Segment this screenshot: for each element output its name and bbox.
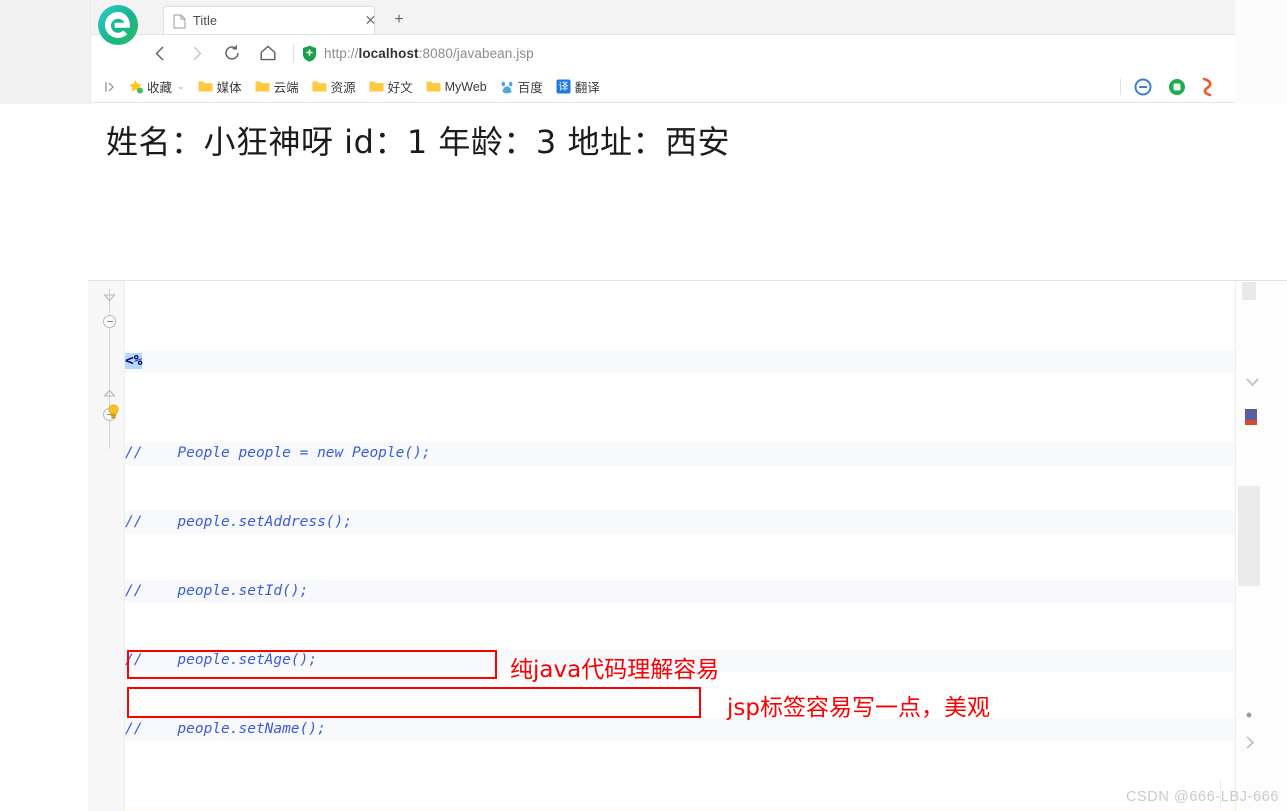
comment-code: people.setAddress(); xyxy=(142,514,352,530)
green-circle-icon[interactable] xyxy=(1167,77,1187,97)
gutter-fold-rail xyxy=(109,289,110,449)
bookmarks-expand-icon[interactable] xyxy=(105,81,118,93)
home-icon xyxy=(260,45,276,61)
star-icon xyxy=(128,79,143,94)
orange-extension-icon[interactable] xyxy=(1201,77,1217,97)
bookmark-label: MyWeb xyxy=(444,79,487,94)
folder-icon xyxy=(312,80,327,93)
tab-close-icon[interactable]: ✕ xyxy=(363,13,378,28)
chevron-right-icon xyxy=(193,46,201,60)
browser-tab[interactable]: Title xyxy=(163,6,375,35)
comment-code: People people = new People(); xyxy=(142,445,431,461)
annotation-pure-java: 纯java代码理解容易 xyxy=(510,657,720,683)
new-tab-icon[interactable]: + xyxy=(391,12,407,29)
bookmark-resources[interactable]: 资源 xyxy=(312,77,356,96)
comment-code: people.setAge(); xyxy=(142,652,318,668)
chevron-left-icon xyxy=(155,46,163,60)
bookmarks-expand-glyph xyxy=(105,81,114,92)
bookmark-articles[interactable]: 好文 xyxy=(369,77,413,96)
code-line: // people.setId(); xyxy=(125,580,1287,603)
comment-slashes: // xyxy=(125,514,143,530)
tab-title: Title xyxy=(193,14,218,28)
code-fold-minus-icon[interactable] xyxy=(103,315,116,328)
url-text: http://localhost:8080/javabean.jsp xyxy=(324,46,534,61)
bookmark-label: 媒体 xyxy=(216,81,242,95)
reload-button[interactable] xyxy=(217,38,247,68)
home-button[interactable] xyxy=(253,38,283,68)
code-fold-minus-icon[interactable] xyxy=(103,293,116,306)
block-minus-icon[interactable] xyxy=(1133,77,1153,97)
bookmark-cloud[interactable]: 云端 xyxy=(255,77,299,96)
desktop-background-right xyxy=(1235,0,1287,104)
csdn-watermark: CSDN @666-LBJ-666 xyxy=(1125,789,1279,805)
folder-icon xyxy=(198,80,213,93)
ide-editor: <% // People people = new People(); // p… xyxy=(88,280,1287,811)
navigation-bar: http://localhost:8080/javabean.jsp xyxy=(91,35,1235,71)
code-line: // people.setAddress(); xyxy=(125,511,1287,534)
scriptlet-open-token: <% xyxy=(125,353,143,369)
bookmarks-bar: 收藏 ⌄ 媒体 云端 资源 好文 MyWeb 百度 译 翻译 xyxy=(91,71,1235,103)
desktop-background-left xyxy=(0,0,90,104)
bookmark-label: 好文 xyxy=(387,81,413,95)
page-document-icon xyxy=(173,14,186,28)
url-path: :8080/javabean.jsp xyxy=(418,45,534,61)
bookmark-label: 云端 xyxy=(273,81,299,95)
intention-lightbulb-icon[interactable] xyxy=(106,404,121,421)
translate-icon: 译 xyxy=(556,79,571,94)
code-line: <% xyxy=(125,350,1287,373)
folder-icon xyxy=(369,80,384,93)
baidu-icon xyxy=(500,80,514,94)
folder-icon xyxy=(255,80,270,93)
comment-slashes: // xyxy=(125,652,143,668)
toolbar-right-icons xyxy=(1120,71,1231,103)
chevron-down-icon[interactable] xyxy=(1246,375,1259,390)
page-background-right xyxy=(1235,104,1287,276)
url-scheme: http:// xyxy=(324,45,359,61)
comment-slashes: // xyxy=(125,721,143,737)
folder-icon xyxy=(426,80,441,93)
reload-icon xyxy=(225,45,239,60)
bookmark-label: 翻译 xyxy=(574,81,600,95)
comment-slashes: // xyxy=(125,445,143,461)
page-background-left xyxy=(0,104,90,276)
dot-marker-icon xyxy=(1246,706,1252,721)
page-heading: 姓名：小狂神呀 id：1 年龄：3 地址：西安 xyxy=(106,123,730,161)
editor-scrollbar[interactable] xyxy=(1238,486,1260,586)
browser-window: Title ✕ + http://localhost:8080/javabean… xyxy=(90,0,1235,104)
green-shield-icon xyxy=(303,45,316,62)
bookmark-translate[interactable]: 译 翻译 xyxy=(556,77,600,96)
bookmark-favorites[interactable]: 收藏 ⌄ xyxy=(128,77,185,96)
forward-button[interactable] xyxy=(181,38,211,68)
bookmark-label: 资源 xyxy=(330,81,356,95)
editor-code-area[interactable]: <% // People people = new People(); // p… xyxy=(125,281,1287,811)
ime-badge-icon[interactable] xyxy=(1245,409,1257,428)
code-line: // people.setName(); xyxy=(125,718,1287,741)
url-host: localhost xyxy=(358,45,419,61)
comment-code: people.setName(); xyxy=(142,721,326,737)
chevron-down-icon: ⌄ xyxy=(177,81,185,91)
code-fold-minus-icon[interactable] xyxy=(103,385,116,398)
comment-slashes: // xyxy=(125,583,143,599)
screenshot-root: Title ✕ + http://localhost:8080/javabean… xyxy=(0,0,1287,811)
toolbar-divider xyxy=(1120,79,1121,95)
tab-strip: Title ✕ + xyxy=(91,0,1235,35)
code-line: // People people = new People(); xyxy=(125,442,1287,465)
navbar-divider xyxy=(293,44,294,62)
rendered-page-content: 姓名：小狂神呀 id：1 年龄：3 地址：西安 xyxy=(90,104,1235,276)
bookmark-media[interactable]: 媒体 xyxy=(198,77,242,96)
chevron-right-icon[interactable] xyxy=(1246,736,1255,752)
address-bar[interactable]: http://localhost:8080/javabean.jsp xyxy=(302,45,1235,62)
bookmark-myweb[interactable]: MyWeb xyxy=(426,80,487,94)
annotation-jsp-tag: jsp标签容易写一点，美观 xyxy=(727,695,990,721)
edge-browser-logo xyxy=(98,5,138,45)
editor-right-gutter[interactable] xyxy=(1235,281,1287,811)
bookmark-baidu[interactable]: 百度 xyxy=(500,77,543,96)
scrollbar-top-marker xyxy=(1242,282,1256,300)
bookmark-label: 收藏 xyxy=(147,81,173,95)
back-button[interactable] xyxy=(145,38,175,68)
svg-text:译: 译 xyxy=(558,81,568,93)
bookmark-label: 百度 xyxy=(517,81,543,95)
editor-gutter xyxy=(88,281,125,811)
comment-code: people.setId(); xyxy=(142,583,309,599)
